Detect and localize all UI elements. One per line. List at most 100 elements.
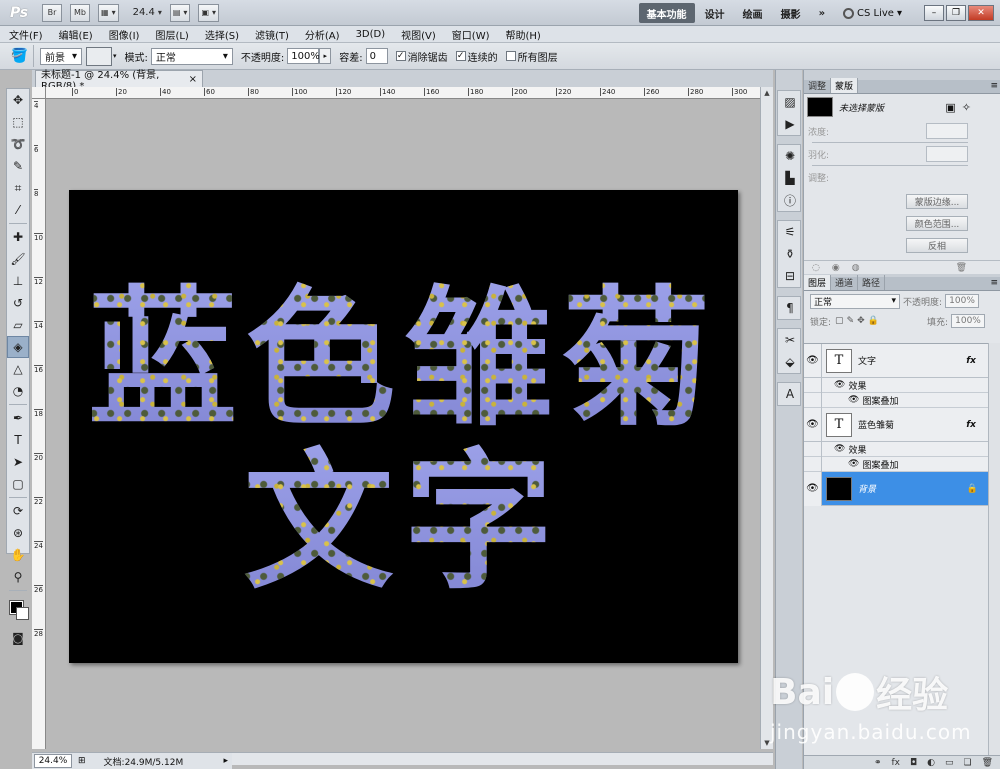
document-canvas[interactable]: 蓝色雏菊 文字 <box>69 190 738 663</box>
layer-name[interactable]: 蓝色雏菊 <box>858 418 894 431</box>
feather-input[interactable] <box>926 146 968 162</box>
menu-window[interactable]: 窗口(W) <box>443 27 497 42</box>
workspace-essentials[interactable]: 基本功能 <box>638 3 695 23</box>
vertical-scrollbar[interactable]: ▲ ▼ <box>760 87 773 749</box>
menu-edit[interactable]: 编辑(E) <box>50 27 100 42</box>
contiguous-checkbox[interactable]: ✓ 连续的 <box>455 49 498 64</box>
effects-row[interactable]: 👁 效果 <box>804 441 988 457</box>
effect-row[interactable]: 👁 图案叠加 <box>804 456 988 472</box>
add-mask-icon[interactable]: ◘ <box>910 758 917 768</box>
crop-tool[interactable]: ⌗ <box>7 177 29 199</box>
tab-layers[interactable]: 图层 <box>804 275 832 290</box>
quick-selection-tool[interactable]: ✎ <box>7 155 29 177</box>
tool-preset-picker[interactable]: 🪣 <box>6 45 34 67</box>
layer-name[interactable]: 文字 <box>858 354 876 367</box>
new-layer-icon[interactable]: ❏ <box>963 758 971 768</box>
workspace-more-button[interactable]: » <box>819 8 825 19</box>
add-style-icon[interactable]: fx <box>891 758 900 768</box>
path-selection-tool[interactable]: ➤ <box>7 451 29 473</box>
effects-row[interactable]: 👁 效果 <box>804 377 988 393</box>
scroll-down-icon[interactable]: ▼ <box>761 737 773 749</box>
dock-swatches-button[interactable]: ▨ <box>778 91 802 113</box>
shape-tool[interactable]: ▢ <box>7 473 29 495</box>
tab-channels[interactable]: 通道 <box>831 275 859 290</box>
bridge-button[interactable]: Br <box>42 3 62 22</box>
status-zoom-input[interactable]: 24.4% <box>34 754 72 768</box>
horizontal-scrollbar[interactable] <box>232 752 773 765</box>
workspace-photography[interactable]: 摄影 <box>781 6 801 21</box>
layer-opacity-input[interactable]: 100% <box>945 294 980 308</box>
dock-tools-button[interactable]: ✂ <box>778 329 802 351</box>
view-extras-button[interactable]: ▦ ▾ <box>98 3 119 22</box>
dock-info-button[interactable]: ⓘ <box>778 189 802 211</box>
menu-analysis[interactable]: 分析(A) <box>296 27 347 42</box>
antialias-checkbox[interactable]: ✓ 消除锯齿 <box>395 49 448 64</box>
eye-icon[interactable]: 👁 <box>834 444 845 454</box>
dodge-tool[interactable]: ◔ <box>7 380 29 402</box>
lock-all-icon[interactable]: 🔒 <box>868 316 879 326</box>
clone-stamp-tool[interactable]: ⊥ <box>7 270 29 292</box>
eraser-tool[interactable]: ▱ <box>7 314 29 336</box>
dock-styles-button[interactable]: ⊟ <box>778 265 802 287</box>
opacity-input[interactable]: 100% <box>287 48 320 64</box>
eye-icon[interactable] <box>804 441 822 457</box>
lock-image-icon[interactable]: ✎ <box>847 316 855 326</box>
apply-mask-icon[interactable]: ◉ <box>832 263 840 273</box>
fx-icon[interactable]: fx <box>966 356 976 366</box>
arrange-documents-button[interactable]: ▤ ▾ <box>169 3 191 22</box>
healing-brush-tool[interactable]: ✚ <box>7 226 29 248</box>
trash-icon[interactable]: 🗑 <box>956 263 967 273</box>
layer-row-selected[interactable]: 👁 背景 🔒 <box>804 471 988 506</box>
menu-file[interactable]: 文件(F) <box>0 27 50 42</box>
blur-tool[interactable]: △ <box>7 358 29 380</box>
background-color[interactable] <box>16 607 29 620</box>
fx-icon[interactable]: fx <box>966 420 976 430</box>
quick-mask-button[interactable]: ◙ <box>7 627 29 649</box>
load-selection-icon[interactable]: ◌ <box>812 263 820 273</box>
mask-edge-button[interactable]: 蒙版边缘... <box>906 194 968 209</box>
pen-tool[interactable]: ✒ <box>7 407 29 429</box>
invert-button[interactable]: 反相 <box>906 238 968 253</box>
dock-actions-button[interactable]: ▶ <box>778 113 802 135</box>
menu-filter[interactable]: 滤镜(T) <box>246 27 296 42</box>
menu-image[interactable]: 图像(I) <box>100 27 147 42</box>
lasso-tool[interactable]: ➰ <box>7 133 29 155</box>
zoom-tool[interactable]: ⚲ <box>7 566 29 588</box>
chevron-down-icon[interactable]: ▾ <box>113 52 117 60</box>
3d-rotate-tool[interactable]: ⟳ <box>7 500 29 522</box>
blend-mode-select[interactable]: 正常 ▾ <box>150 47 233 65</box>
3d-orbit-tool[interactable]: ⊛ <box>7 522 29 544</box>
close-window-button[interactable]: ✕ <box>968 5 994 21</box>
menu-layer[interactable]: 图层(L) <box>146 27 195 42</box>
menu-help[interactable]: 帮助(H) <box>497 27 548 42</box>
screen-mode-button[interactable]: ▣ ▾ <box>198 3 220 22</box>
document-tab[interactable]: 未标题-1 @ 24.4% (背景, RGB/8) * × <box>35 70 203 92</box>
eye-icon[interactable]: 👁 <box>804 343 822 378</box>
fill-input[interactable]: 100% <box>951 314 985 328</box>
mini-bridge-button[interactable]: Mb <box>70 3 90 22</box>
type-tool[interactable]: T <box>7 429 29 451</box>
dock-brush-presets-button[interactable]: ⚟ <box>778 221 802 243</box>
layer-name[interactable]: 背景 <box>858 482 876 495</box>
tab-masks[interactable]: 蒙版 <box>831 78 859 93</box>
tab-paths[interactable]: 路径 <box>858 275 886 290</box>
density-input[interactable] <box>926 123 968 139</box>
workspace-design[interactable]: 设计 <box>705 6 725 21</box>
tolerance-input[interactable]: 0 <box>365 48 388 64</box>
eye-icon[interactable]: 👁 <box>848 395 859 405</box>
vector-mask-icon[interactable]: ✧ <box>962 101 971 114</box>
status-menu-icon[interactable]: ▸ <box>223 756 228 766</box>
menu-select[interactable]: 选择(S) <box>196 27 246 42</box>
panel-menu-icon[interactable]: ≡ <box>990 81 998 91</box>
paint-bucket-tool[interactable]: ◈ <box>7 336 29 358</box>
ruler-origin[interactable] <box>32 87 46 99</box>
effect-row[interactable]: 👁 图案叠加 <box>804 392 988 408</box>
panel-menu-icon[interactable]: ≡ <box>990 278 998 288</box>
brush-tool[interactable]: 🖌 <box>7 248 29 270</box>
layer-row[interactable]: 👁 T 蓝色雏菊 fx <box>804 407 988 442</box>
move-tool[interactable]: ✥ <box>7 89 29 111</box>
eye-icon[interactable] <box>804 392 822 408</box>
adjustment-layer-icon[interactable]: ◐ <box>927 758 935 768</box>
link-layers-icon[interactable]: ⚭ <box>874 758 882 768</box>
new-group-icon[interactable]: ▭ <box>945 758 954 768</box>
